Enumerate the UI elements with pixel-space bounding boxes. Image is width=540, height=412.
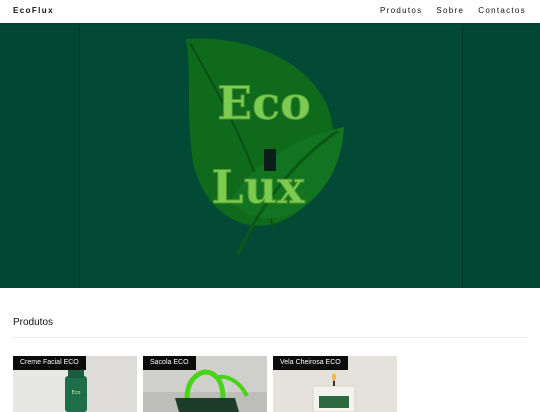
nav-links: Produtos Sobre Contactos [380,6,526,15]
hero-banner: Eco Lux [0,23,540,288]
products-section-title: Produtos [13,317,54,328]
top-navbar: EcoFlux Produtos Sobre Contactos [0,0,540,23]
nav-link-sobre[interactable]: Sobre [436,6,464,15]
product-card-sacola[interactable]: Sacola ECO [143,356,267,412]
logo-word-eco: Eco [217,76,311,130]
nav-link-contactos[interactable]: Contactos [478,6,526,15]
ecolux-leaf-logo-icon: Eco Lux [186,38,344,256]
product-card-vela[interactable]: Vela Cheirosa ECO [273,356,397,412]
section-divider [13,337,527,338]
svg-text:Eco: Eco [72,390,81,396]
logo-word-lux: Lux [211,160,305,214]
product-card-creme[interactable]: Creme Facial ECO Eco [13,356,137,412]
brand-logo-link[interactable]: EcoFlux [13,6,54,15]
nav-link-produtos[interactable]: Produtos [380,6,422,15]
product-card-label: Sacola ECO [143,356,196,370]
product-card-label: Vela Cheirosa ECO [273,356,348,370]
product-card-list: Creme Facial ECO Eco Sacola ECO Vela Che… [13,356,397,412]
product-card-label: Creme Facial ECO [13,356,86,370]
